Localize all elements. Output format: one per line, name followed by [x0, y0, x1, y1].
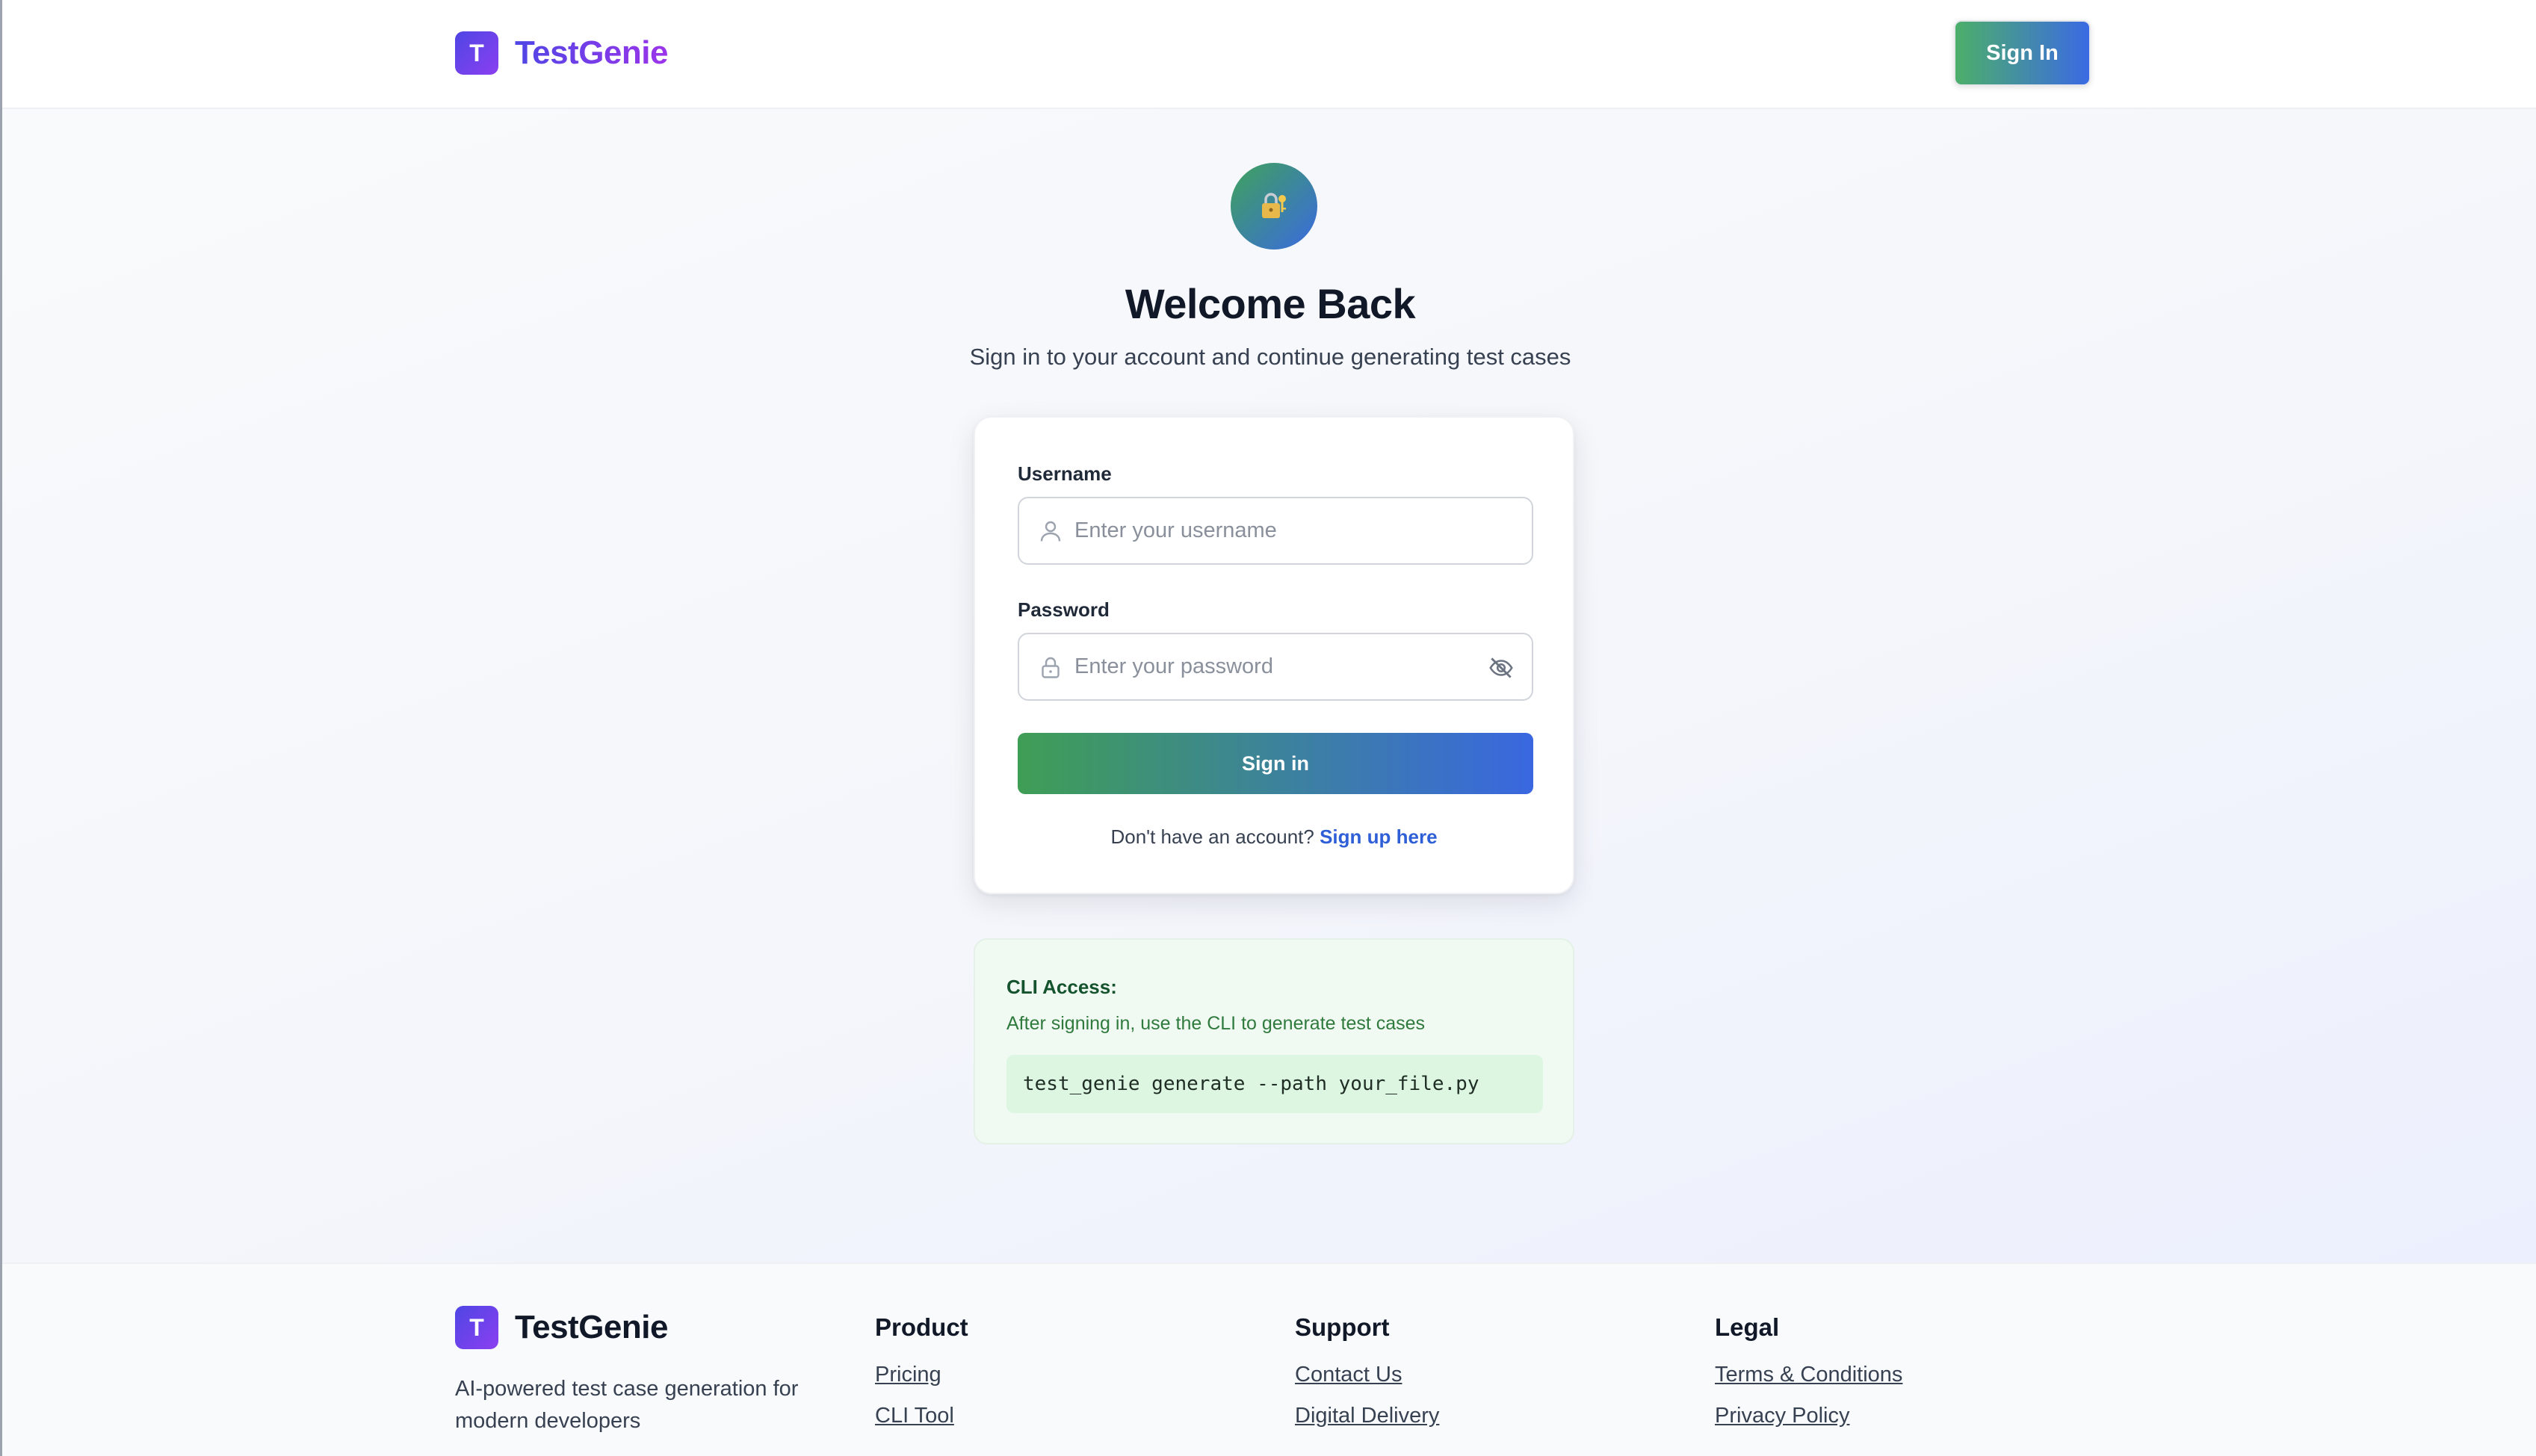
page-subtitle: Sign in to your account and continue gen…	[969, 344, 1571, 370]
user-icon	[1040, 521, 1061, 542]
footer-column-support: Support Contact Us Digital Delivery	[1295, 1313, 1439, 1428]
top-nav: T TestGenie Sign In	[2, 0, 2536, 109]
footer-link-privacy[interactable]: Privacy Policy	[1715, 1404, 1902, 1428]
sign-in-submit-button[interactable]: Sign in	[1018, 733, 1533, 794]
footer-brand[interactable]: T TestGenie	[455, 1306, 668, 1349]
footer-logo-icon: T	[455, 1306, 498, 1349]
footer-link-terms[interactable]: Terms & Conditions	[1715, 1363, 1902, 1387]
footer-column-product: Product Pricing CLI Tool	[875, 1313, 968, 1428]
eye-off-icon[interactable]	[1487, 654, 1515, 682]
logo-icon: T	[455, 31, 498, 75]
footer-tagline: AI-powered test case generation for mode…	[455, 1377, 799, 1433]
page-title: Welcome Back	[1125, 280, 1416, 327]
login-card: Username Password Sign in Don'	[974, 416, 1574, 894]
cli-title: CLI Access:	[1006, 976, 1117, 998]
signup-prompt: Don't have an account? Sign up here	[975, 825, 1573, 849]
app-window: T TestGenie Sign In Welcome Back Sign in…	[0, 0, 2536, 1456]
username-label: Username	[1018, 462, 1112, 485]
username-input[interactable]	[1074, 498, 1493, 563]
header-sign-in-button[interactable]: Sign In	[1954, 20, 2091, 86]
username-field[interactable]	[1018, 497, 1533, 565]
cli-command[interactable]: test_genie generate --path your_file.py	[1006, 1055, 1543, 1113]
footer-link-pricing[interactable]: Pricing	[875, 1363, 968, 1387]
password-label: Password	[1018, 598, 1110, 621]
footer-brand-name: TestGenie	[515, 1309, 668, 1345]
footer-column-legal: Legal Terms & Conditions Privacy Policy	[1715, 1313, 1902, 1428]
lock-icon	[1042, 657, 1060, 678]
footer-column-title: Support	[1295, 1313, 1390, 1341]
cli-description: After signing in, use the CLI to generat…	[1006, 1013, 1426, 1034]
footer: T TestGenie AI-powered test case generat…	[2, 1263, 2536, 1456]
sign-up-link[interactable]: Sign up here	[1320, 825, 1437, 848]
lock-glyph-icon	[1262, 193, 1286, 218]
signup-prompt-text: Don't have an account?	[1110, 825, 1314, 848]
password-field[interactable]	[1018, 633, 1533, 701]
footer-column-title: Legal	[1715, 1313, 1780, 1341]
footer-link-digital-delivery[interactable]: Digital Delivery	[1295, 1404, 1439, 1428]
footer-link-contact-us[interactable]: Contact Us	[1295, 1363, 1439, 1387]
brand-name: TestGenie	[515, 34, 668, 71]
password-input[interactable]	[1074, 634, 1493, 699]
footer-column-title: Product	[875, 1313, 968, 1341]
footer-link-cli-tool[interactable]: CLI Tool	[875, 1404, 968, 1428]
brand-logo[interactable]: T TestGenie	[455, 31, 668, 75]
cli-access-panel: CLI Access: After signing in, use the CL…	[974, 938, 1574, 1144]
lock-key-icon	[1231, 163, 1317, 250]
